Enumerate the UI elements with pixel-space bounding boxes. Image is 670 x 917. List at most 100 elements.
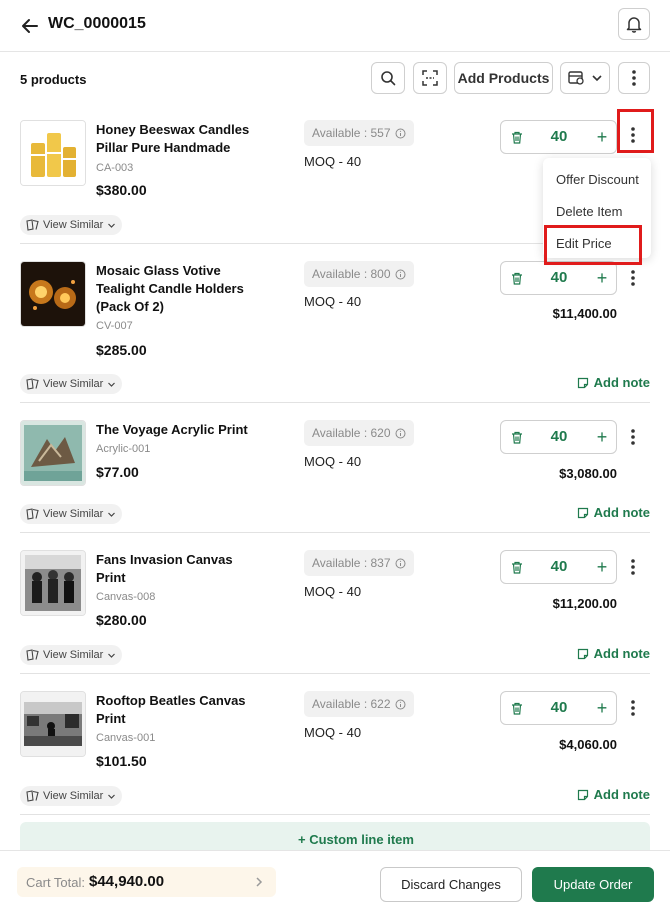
view-similar-button[interactable]: View Similar [20, 504, 123, 524]
moq-label: MOQ - 40 [304, 154, 362, 169]
plus-icon[interactable]: + [593, 556, 611, 578]
chevron-right-icon [256, 877, 263, 887]
more-options-button[interactable] [618, 62, 650, 94]
scan-button[interactable] [413, 62, 447, 94]
quantity-stepper[interactable]: 40 + [500, 691, 617, 725]
product-image[interactable] [20, 550, 86, 616]
product-image[interactable] [20, 691, 86, 757]
add-note-button[interactable]: Add note [577, 375, 650, 390]
menu-item-delete-item[interactable]: Delete Item [556, 204, 622, 219]
update-order-button[interactable]: Update Order [532, 867, 654, 902]
row-more-button[interactable] [622, 691, 644, 725]
chevron-down-icon [108, 223, 116, 228]
quantity-stepper[interactable]: 40 + [500, 261, 617, 295]
trash-icon[interactable] [509, 559, 525, 575]
product-price: $380.00 [96, 182, 147, 198]
add-note-button[interactable]: Add note [577, 646, 650, 661]
product-sku: Canvas-001 [96, 732, 156, 744]
plus-icon[interactable]: + [593, 697, 611, 719]
product-name[interactable]: Rooftop Beatles Canvas Print [96, 692, 286, 728]
product-price: $280.00 [96, 612, 147, 628]
quantity-value[interactable]: 40 [537, 428, 581, 445]
cart-total-summary[interactable]: Cart Total: $44,940.00 [17, 867, 276, 897]
kebab-menu-icon [632, 70, 636, 86]
view-mode-dropdown[interactable] [560, 62, 610, 94]
product-sku: Canvas-008 [96, 591, 156, 603]
product-image[interactable] [20, 120, 86, 186]
add-products-button[interactable]: Add Products [454, 62, 553, 94]
chevron-down-icon [108, 382, 116, 387]
moq-label: MOQ - 40 [304, 584, 362, 599]
trash-icon[interactable] [509, 700, 525, 716]
kebab-menu-icon [631, 559, 635, 575]
line-total: $4,060.00 [559, 737, 617, 752]
view-similar-button[interactable]: View Similar [20, 786, 123, 806]
quantity-value[interactable]: 40 [537, 128, 581, 145]
row-divider [20, 402, 650, 403]
product-name[interactable]: Fans Invasion Canvas Print [96, 551, 286, 587]
product-price: $101.50 [96, 753, 147, 769]
availability-badge: Available : 620 [304, 420, 414, 446]
menu-item-offer-discount[interactable]: Offer Discount [556, 172, 639, 187]
product-price: $285.00 [96, 342, 147, 358]
plus-icon[interactable]: + [593, 126, 611, 148]
quantity-value[interactable]: 40 [537, 269, 581, 286]
row-more-button[interactable] [622, 420, 644, 454]
search-icon [381, 71, 396, 86]
cart-total-value: $44,940.00 [89, 873, 165, 890]
footer-bar: Cart Total: $44,940.00 Discard Changes U… [0, 850, 670, 917]
similar-icon [26, 790, 39, 802]
moq-label: MOQ - 40 [304, 454, 362, 469]
info-icon [395, 699, 406, 709]
note-icon [577, 648, 588, 659]
quantity-stepper[interactable]: 40 + [500, 420, 617, 454]
discard-changes-button[interactable]: Discard Changes [380, 867, 522, 902]
notification-button[interactable] [618, 8, 650, 40]
note-icon [577, 377, 588, 388]
product-count: 5 products [20, 72, 87, 87]
product-name[interactable]: Honey Beeswax Candles Pillar Pure Handma… [96, 121, 286, 157]
custom-line-item-button[interactable]: + Custom line item [20, 822, 650, 852]
note-icon [577, 507, 588, 518]
product-sku: Acrylic-001 [96, 443, 151, 455]
info-icon [395, 269, 406, 279]
product-name[interactable]: Mosaic Glass Votive Tealight Candle Hold… [96, 262, 286, 316]
quantity-stepper[interactable]: 40 + [500, 120, 617, 154]
trash-icon[interactable] [509, 270, 525, 286]
quantity-value[interactable]: 40 [537, 558, 581, 575]
info-icon [395, 428, 406, 438]
highlight-edit-price [544, 225, 642, 265]
kebab-menu-icon [631, 429, 635, 445]
product-image[interactable] [20, 420, 86, 486]
product-name[interactable]: The Voyage Acrylic Print [96, 421, 286, 439]
chevron-down-icon [108, 794, 116, 799]
quantity-value[interactable]: 40 [537, 699, 581, 716]
view-similar-button[interactable]: View Similar [20, 645, 123, 665]
trash-icon[interactable] [509, 129, 525, 145]
quantity-stepper[interactable]: 40 + [500, 550, 617, 584]
info-icon [395, 128, 406, 138]
kebab-menu-icon [631, 270, 635, 286]
info-icon [395, 558, 406, 568]
back-arrow-icon[interactable] [18, 14, 42, 38]
barcode-scan-icon [422, 70, 438, 86]
line-total: $11,200.00 [552, 596, 617, 611]
page-title: WC_0000015 [48, 15, 146, 32]
add-note-button[interactable]: Add note [577, 505, 650, 520]
chevron-down-icon [108, 653, 116, 658]
similar-icon [26, 649, 39, 661]
availability-badge: Available : 837 [304, 550, 414, 576]
product-sku: CV-007 [96, 320, 133, 332]
plus-icon[interactable]: + [593, 267, 611, 289]
product-image[interactable] [20, 261, 86, 327]
add-note-button[interactable]: Add note [577, 787, 650, 802]
plus-icon[interactable]: + [593, 426, 611, 448]
view-similar-button[interactable]: View Similar [20, 215, 123, 235]
row-more-button[interactable] [622, 550, 644, 584]
highlight-more-button [617, 109, 654, 153]
row-more-button[interactable] [622, 261, 644, 295]
trash-icon[interactable] [509, 429, 525, 445]
view-similar-button[interactable]: View Similar [20, 374, 123, 394]
chevron-down-icon [592, 75, 602, 82]
search-button[interactable] [371, 62, 405, 94]
